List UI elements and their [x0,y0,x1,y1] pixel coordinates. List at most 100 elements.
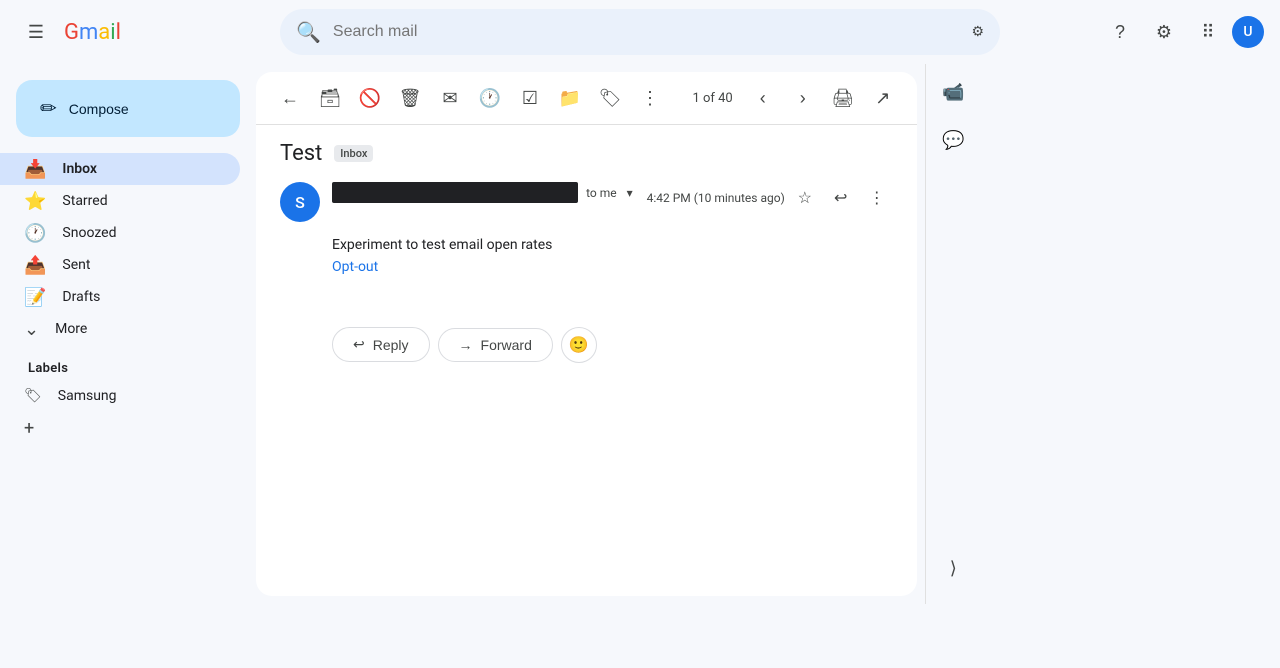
topbar-left: ☰ Gmail [16,12,272,52]
meet-tab[interactable]: 📹 [933,72,973,112]
chevron-left-icon: ‹ [760,88,766,109]
move-icon: 📁 [559,88,581,109]
compose-button[interactable]: ✏ Compose [16,80,240,137]
compose-label: Compose [69,101,129,117]
action-buttons: ↩ Reply → Forward 🙂 [256,303,917,387]
star-icon: ☆ [798,188,812,208]
sidebar-item-label: Inbox [62,161,97,177]
reply-icon: ↩ [834,188,847,208]
sidebar-item-label: Starred [62,193,107,209]
search-bar[interactable]: 🔍 ⚙ [280,9,1000,55]
prev-email-button[interactable]: ‹ [745,80,781,116]
email-body-line1: Experiment to test email open rates [332,234,893,256]
label-icon: 🏷 [24,388,42,404]
back-icon: ← [281,88,299,109]
next-email-button[interactable]: › [785,80,821,116]
page-count: 1 of 40 [692,91,732,106]
inbox-badge[interactable]: Inbox [334,145,373,162]
reply-btn-icon: ↩ [353,336,365,353]
search-input[interactable] [333,23,960,41]
trash-icon: 🗑 [399,88,422,109]
apps-button[interactable]: ⠿ [1188,12,1228,52]
archive-button[interactable]: 🗃 [312,80,348,116]
inbox-icon: 📥 [24,159,46,180]
sidebar-item-inbox[interactable]: 📥 Inbox [0,153,240,185]
opt-out-link[interactable]: Opt-out [332,259,378,275]
mark-unread-button[interactable]: ✉ [432,80,468,116]
add-icon: + [24,418,34,439]
gmail-logo: Gmail [64,20,121,45]
hamburger-icon: ☰ [28,22,44,43]
back-button[interactable]: ← [272,80,308,116]
show-details-button[interactable]: ▾ [625,184,635,202]
sender-name-bar: ████████████████████████ to me ▾ [332,182,635,203]
more-icon: ⋮ [869,188,885,208]
sidebar-item-samsung[interactable]: 🏷 Samsung [0,380,240,412]
reply-quick-button[interactable]: ↩ [825,182,857,214]
sidebar-item-sent[interactable]: 📤 Sent [0,249,240,281]
reply-button[interactable]: ↩ Reply [332,327,430,362]
more-message-button[interactable]: ⋮ [861,182,893,214]
add-label-button[interactable]: + [0,412,240,444]
sidebar: ✏ Compose 📥 Inbox ⭐ Starred 🕐 Snoozed 📤 … [0,64,256,668]
message-actions: 4:42 PM (10 minutes ago) ☆ ↩ ⋮ [647,182,893,214]
add-tasks-button[interactable]: ☑ [512,80,548,116]
forward-button[interactable]: → Forward [438,328,553,362]
menu-button[interactable]: ☰ [16,12,56,52]
more-dots-icon: ⋮ [641,88,659,109]
print-button[interactable]: 🖨 [825,80,861,116]
email-body: Experiment to test email open rates Opt-… [280,234,893,279]
delete-button[interactable]: 🗑 [392,80,428,116]
topbar-right: ? ⚙ ⠿ U [1100,12,1264,52]
to-me-label: to me [586,186,617,200]
snooze-icon: 🕐 [479,88,501,109]
more-options-button[interactable]: ⋮ [632,80,668,116]
support-button[interactable]: ? [1100,12,1140,52]
message-header: S ████████████████████████ to me ▾ 4:42 … [280,182,893,222]
sidebar-item-starred[interactable]: ⭐ Starred [0,185,240,217]
sidebar-item-label: Drafts [62,289,100,305]
toolbar-right: 1 of 40 ‹ › 🖨 ↗ [684,80,900,116]
external-link-icon: ↗ [875,88,890,109]
emoji-icon: 🙂 [569,335,589,355]
gear-icon: ⚙ [1156,22,1172,43]
clock-icon: 🕐 [24,223,46,244]
snooze-button[interactable]: 🕐 [472,80,508,116]
chevron-right-icon: › [800,88,806,109]
email-toolbar: ← 🗃 🚫 🗑 ✉ 🕐 ☑ 📁 🏷 [256,72,917,125]
email-message: S ████████████████████████ to me ▾ 4:42 … [256,174,917,303]
drafts-icon: 📝 [24,287,46,308]
chat-tab[interactable]: 💬 [933,120,973,160]
compose-icon: ✏ [40,96,57,121]
sent-icon: 📤 [24,255,46,276]
sidebar-item-label: Sent [62,257,90,273]
avatar[interactable]: U [1232,16,1264,48]
tasks-icon: ☑ [522,88,538,109]
chevron-down-icon: ⌄ [24,319,39,340]
star-button[interactable]: ☆ [789,182,821,214]
report-spam-button[interactable]: 🚫 [352,80,388,116]
settings-button[interactable]: ⚙ [1144,12,1184,52]
sidebar-item-label: More [55,321,87,337]
right-panel: 📹 💬 ⟩ [925,64,981,604]
unread-icon: ✉ [442,88,457,109]
emoji-button[interactable]: 🙂 [561,327,597,363]
expand-panel-button[interactable]: ⟩ [933,548,973,588]
forward-btn-label: Forward [481,337,532,353]
sidebar-item-snoozed[interactable]: 🕐 Snoozed [0,217,240,249]
open-new-window-button[interactable]: ↗ [865,80,901,116]
grid-icon: ⠿ [1201,22,1214,43]
labels-button[interactable]: 🏷 [592,80,628,116]
labels-icon: 🏷 [599,88,622,109]
sidebar-item-more[interactable]: ⌄ More [0,313,240,345]
search-options-icon[interactable]: ⚙ [971,24,984,40]
print-icon: 🖨 [831,88,854,109]
expand-icon: ⟩ [950,558,957,579]
archive-icon: 🗃 [319,88,342,109]
topbar: ☰ Gmail 🔍 ⚙ ? ⚙ ⠿ U [0,0,1280,64]
spam-icon: 🚫 [359,88,381,109]
move-to-button[interactable]: 📁 [552,80,588,116]
sidebar-item-drafts[interactable]: 📝 Drafts [0,281,240,313]
sender-name: ████████████████████████ [332,182,578,203]
search-icon: 🔍 [296,20,321,44]
